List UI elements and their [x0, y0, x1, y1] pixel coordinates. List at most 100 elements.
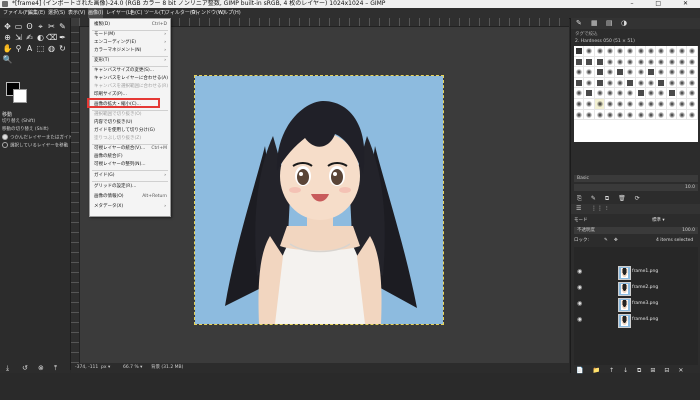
brush-item[interactable] [584, 109, 595, 121]
brush-item[interactable] [646, 98, 657, 110]
channels-tab-icon[interactable]: ⋮⋮ [591, 205, 603, 212]
warp-tool-icon[interactable]: ✍ [24, 32, 35, 43]
menu-edit[interactable]: 編集(E) [28, 8, 45, 18]
move-tool-icon[interactable]: ✥ [2, 21, 13, 32]
menu-layer[interactable]: レイヤー(L) [106, 8, 133, 18]
menu-item-mode[interactable]: モード(M) › [90, 31, 170, 39]
mask-layer-icon[interactable]: ⊟ [664, 367, 678, 374]
brush-item[interactable] [594, 46, 605, 57]
opacity-slider[interactable]: 不透明度 100.0 [574, 227, 698, 234]
edit-brush-icon[interactable]: ✎ [591, 195, 605, 202]
brush-item[interactable] [646, 88, 657, 99]
brush-item[interactable] [574, 77, 585, 89]
rotate-tool-icon[interactable]: ↻ [57, 43, 68, 54]
menu-item-metadata[interactable]: メタデータ(X) › [90, 203, 170, 211]
color-picker-tool-icon[interactable]: ◍ [46, 43, 57, 54]
vertical-ruler[interactable] [71, 26, 80, 363]
brush-item[interactable] [574, 46, 585, 57]
brush-filter-label[interactable]: タグで絞込 [575, 31, 598, 37]
brush-item[interactable] [584, 46, 595, 57]
brush-item[interactable] [687, 88, 698, 99]
brush-item[interactable] [676, 67, 688, 78]
brush-item[interactable] [615, 56, 626, 68]
brush-item[interactable] [687, 67, 698, 78]
zoom-selector[interactable]: 66.7 % ▾ [123, 363, 142, 373]
mode-dropdown[interactable]: 標準 ▾ [652, 217, 665, 225]
brush-item[interactable] [615, 46, 626, 57]
lower-layer-icon[interactable]: ↓ [623, 367, 637, 374]
brush-item[interactable] [635, 56, 647, 68]
brush-item[interactable] [646, 46, 657, 57]
gradients-tab-icon[interactable]: ◑ [621, 19, 627, 27]
brush-item[interactable] [625, 109, 636, 121]
layer-row[interactable]: ◉ frame4.png [574, 313, 698, 328]
brush-tag-input[interactable]: Basic [574, 175, 698, 182]
brush-item[interactable] [615, 98, 626, 110]
menu-item-configure-grid[interactable]: グリッドの設定(R)... [90, 183, 170, 191]
menu-item-encoding[interactable]: エンコーディング(E) › [90, 39, 170, 47]
menu-item-image-properties[interactable]: 画像の情報(O) Alt+Return [90, 193, 170, 201]
crop-tool-icon[interactable]: ✂ [46, 21, 57, 32]
refresh-brushes-icon[interactable]: ⟳ [635, 195, 649, 202]
brushes-tab-icon[interactable]: ✎ [576, 19, 582, 27]
brush-item[interactable] [635, 67, 647, 78]
brush-item[interactable] [687, 77, 698, 89]
brush-item[interactable] [615, 88, 626, 99]
duplicate-layer-icon[interactable]: ⧉ [637, 367, 650, 374]
menu-color[interactable]: 色(C) [130, 8, 142, 18]
brush-item[interactable] [604, 88, 616, 99]
brush-item[interactable] [594, 88, 605, 99]
fonts-tab-icon[interactable]: ▤ [606, 19, 613, 27]
brush-item[interactable] [676, 88, 688, 99]
delete-brush-icon[interactable]: 🗑 [618, 195, 635, 202]
brush-item[interactable] [625, 98, 636, 110]
menu-help[interactable]: ヘルプ(H) [218, 8, 241, 18]
brush-item[interactable] [615, 67, 626, 78]
brush-item[interactable] [625, 88, 636, 99]
delete-options-icon[interactable]: ⊗ [38, 363, 44, 373]
fuzzy-select-tool-icon[interactable]: ⌖ [35, 21, 46, 32]
menu-item-align-visible-layers[interactable]: 可視レイヤーの整列(N)... [90, 161, 170, 169]
brush-item[interactable] [687, 109, 698, 121]
brush-item[interactable] [646, 67, 657, 78]
tool-option-move-active[interactable]: 選択しているレイヤーを移動 [2, 142, 68, 149]
brush-item[interactable] [656, 46, 667, 57]
brush-item[interactable] [584, 88, 595, 99]
brush-item[interactable] [666, 46, 677, 57]
visibility-eye-icon[interactable]: ◉ [577, 268, 582, 275]
brush-item[interactable] [594, 67, 605, 78]
brush-item[interactable] [635, 109, 647, 121]
brush-item[interactable] [574, 67, 585, 78]
brush-item[interactable] [604, 67, 616, 78]
brush-item[interactable] [646, 77, 657, 89]
menu-item-flatten-image[interactable]: 画像の統合(F) [90, 153, 170, 161]
menu-item-canvas-size[interactable]: キャンバスサイズの変更(S)... [90, 67, 170, 75]
brush-item[interactable] [666, 109, 677, 121]
brush-item[interactable] [574, 88, 585, 99]
lasso-tool-icon[interactable]: ʘ [24, 21, 35, 32]
brush-item[interactable] [687, 56, 698, 68]
menu-item-guides[interactable]: ガイド(G) › [90, 172, 170, 180]
menu-item-transform[interactable]: 変形(T) › [90, 57, 170, 65]
ink-tool-icon[interactable]: ✒ [57, 32, 68, 43]
layer-row[interactable]: ◉ frame1.png [574, 265, 698, 280]
menu-item-fit-canvas-to-selection[interactable]: キャンバスを選択範囲に合わせる(R) [90, 83, 170, 91]
text-tool-icon[interactable]: A [24, 43, 35, 54]
brush-item[interactable] [666, 98, 677, 110]
brush-item[interactable] [604, 109, 616, 121]
new-brush-icon[interactable]: ⧉ [605, 195, 618, 202]
brush-item[interactable] [625, 77, 636, 89]
duplicate-brush-icon[interactable]: ⎘ [577, 195, 591, 202]
brush-item[interactable] [584, 98, 595, 110]
menu-item-crop-to-content[interactable]: 内容で切り抜き(U) [90, 119, 170, 127]
brush-item[interactable] [676, 77, 688, 89]
brush-item[interactable] [687, 46, 698, 57]
brush-item[interactable] [646, 109, 657, 121]
menu-item-zealous-crop[interactable]: 塗りつぶし切り抜き(Z) [90, 135, 170, 143]
brush-item[interactable] [615, 109, 626, 121]
brush-item[interactable] [574, 109, 585, 121]
brush-item[interactable] [666, 77, 677, 89]
paint-tool-icon[interactable]: ✎ [57, 21, 68, 32]
layer-row[interactable]: ◉ frame3.png [574, 297, 698, 312]
background-color[interactable] [13, 89, 27, 103]
